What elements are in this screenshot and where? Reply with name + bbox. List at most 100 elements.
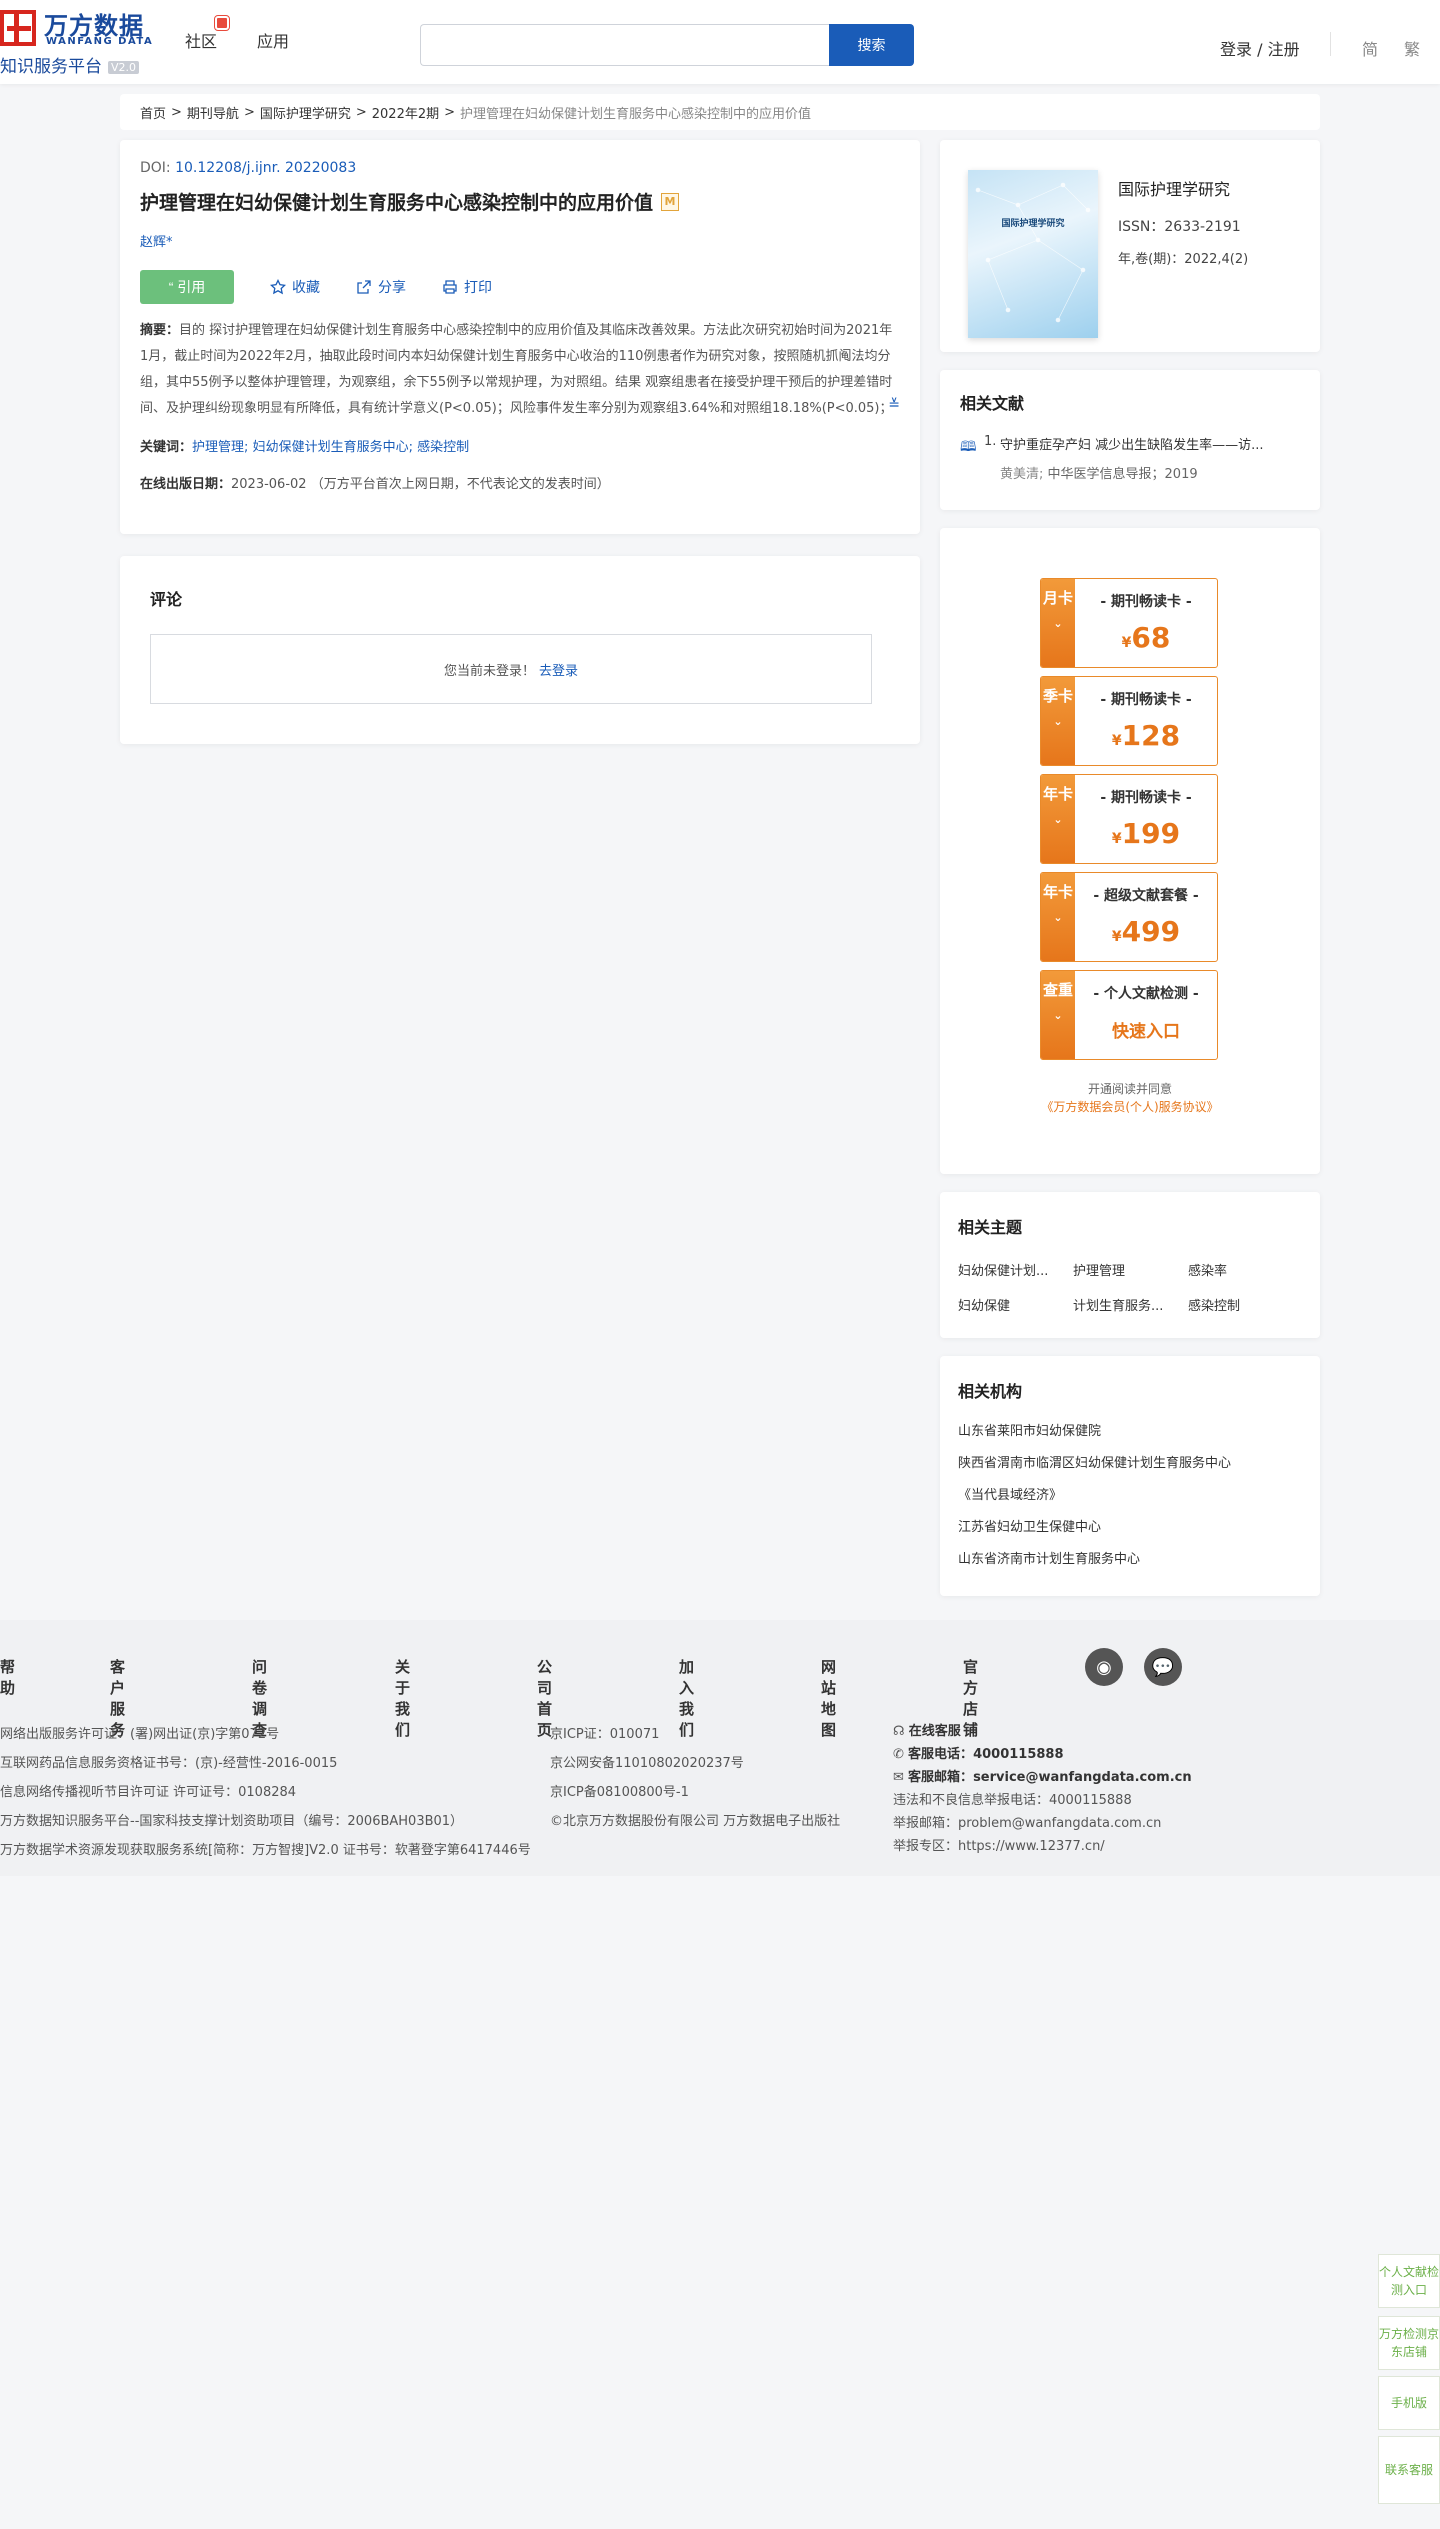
related-topics-title: 相关主题 bbox=[958, 1218, 1023, 1237]
phone-icon: ✆ bbox=[893, 1747, 904, 1762]
footer-link-help[interactable]: 帮助 bbox=[0, 1656, 15, 1698]
float-contact-service[interactable]: 联系客服 bbox=[1378, 2436, 1440, 2504]
org-link[interactable]: 山东省济南市计划生育服务中心 bbox=[958, 1552, 1302, 1584]
favorite-button[interactable]: 收藏 bbox=[270, 277, 320, 297]
quote-icon: “ bbox=[168, 279, 178, 295]
doi-link[interactable]: 10.12208/j.ijnr. 20220083 bbox=[175, 160, 356, 176]
report-site[interactable]: 举报专区：https://www.12377.cn/ bbox=[893, 1835, 1192, 1858]
journal-name[interactable]: 国际护理学研究 bbox=[1118, 176, 1230, 200]
float-jd-store[interactable]: 万方检测京东店铺 bbox=[1378, 2316, 1440, 2370]
keyword-link[interactable]: 护理管理 bbox=[192, 440, 244, 455]
chevron-down-icon: ⌄ bbox=[1053, 813, 1063, 826]
new-badge-icon bbox=[214, 15, 231, 31]
related-orgs-title: 相关机构 bbox=[958, 1382, 1023, 1401]
cite-button[interactable]: “ 引用 bbox=[140, 270, 234, 304]
card-price: ¥199 bbox=[1075, 817, 1217, 850]
quick-entry-link: 快速入口 bbox=[1112, 1022, 1180, 1042]
wanfang-logo[interactable]: 万方数据 WANFANG DATA 知识服务平台 V2.0 bbox=[0, 6, 160, 77]
headset-icon: ☊ bbox=[893, 1724, 905, 1739]
card-quarterly[interactable]: 季卡 ⌄ - 期刊畅读卡 - ¥128 bbox=[1040, 676, 1218, 766]
search-input[interactable] bbox=[420, 24, 829, 66]
email-label: 客服邮箱： bbox=[908, 1770, 974, 1785]
topic-link[interactable]: 护理管理 bbox=[1073, 1260, 1188, 1279]
report-phone: 违法和不良信息举报电话：4000115888 bbox=[893, 1793, 1132, 1808]
search-button[interactable]: 搜索 bbox=[829, 24, 914, 66]
journal-volume: 年,卷(期)：2022,4(2) bbox=[1118, 252, 1249, 267]
keyword-link[interactable]: 妇幼保健计划生育服务中心 bbox=[253, 440, 409, 455]
share-button[interactable]: 分享 bbox=[356, 277, 406, 297]
print-label: 打印 bbox=[464, 280, 492, 296]
org-link[interactable]: 江苏省妇幼卫生保健中心 bbox=[958, 1520, 1302, 1552]
topic-grid: 妇幼保健计划... 护理管理 感染率 妇幼保健 计划生育服务... 感染控制 bbox=[958, 1260, 1302, 1314]
comment-card: 评论 您当前未登录！ 去登录 bbox=[120, 556, 920, 744]
logo-sub-text: 知识服务平台 bbox=[0, 57, 102, 77]
license-text: 互联网药品信息服务资格证书号：(京)-经营性-2016-0015 bbox=[0, 1756, 338, 1771]
breadcrumb-issue[interactable]: 2022年2期 bbox=[372, 103, 439, 122]
breadcrumb-journal-nav[interactable]: 期刊导航 bbox=[187, 103, 239, 122]
login-register-link[interactable]: 登录 / 注册 bbox=[1220, 36, 1300, 60]
breadcrumb-home[interactable]: 首页 bbox=[140, 103, 166, 122]
agreement-link[interactable]: 《万方数据会员(个人)服务协议》 bbox=[940, 1098, 1320, 1115]
keyword-link[interactable]: 感染控制 bbox=[417, 440, 469, 455]
membership-card-panel: 月卡 ⌄ - 期刊畅读卡 - ¥68 季卡 ⌄ - 期刊畅读卡 - ¥128 年卡 ⌄… bbox=[940, 528, 1320, 1174]
author-link[interactable]: 赵辉* bbox=[140, 231, 900, 250]
online-service-link[interactable]: ☊ 在线客服 bbox=[893, 1720, 1192, 1743]
weibo-icon[interactable]: ◉ bbox=[1085, 1648, 1123, 1686]
expand-chevron-icon[interactable]: ≚ bbox=[888, 392, 900, 418]
topic-link[interactable]: 计划生育服务... bbox=[1073, 1295, 1188, 1314]
go-login-link[interactable]: 去登录 bbox=[539, 660, 578, 679]
license-text: 信息网络传播视听节目许可证 许可证号：0108284 bbox=[0, 1785, 297, 1800]
footer-icp: 京ICP证：010071 京公网安备11010802020237号 京ICP备0… bbox=[550, 1720, 840, 1836]
card-side-label: 年卡 bbox=[1042, 883, 1073, 901]
org-link[interactable]: 陕西省渭南市临渭区妇幼保健计划生育服务中心 bbox=[958, 1456, 1302, 1488]
card-price: ¥128 bbox=[1075, 719, 1217, 752]
logo-en: WANFANG DATA bbox=[46, 36, 154, 47]
pub-date: 在线出版日期：2023-06-02 （万方平台首次上网日期，不代表论文的发表时间… bbox=[140, 473, 900, 492]
breadcrumb-journal[interactable]: 国际护理学研究 bbox=[260, 103, 351, 122]
nav-community[interactable]: 社区 bbox=[185, 15, 231, 52]
float-mobile[interactable]: 手机版 bbox=[1378, 2376, 1440, 2430]
card-super-package[interactable]: 年卡 ⌄ - 超级文献套餐 - ¥499 bbox=[1040, 872, 1218, 962]
card-side: 查重 ⌄ bbox=[1041, 971, 1075, 1059]
card-plagiarism-check[interactable]: 查重 ⌄ - 个人文献检测 - 快速入口 bbox=[1040, 970, 1218, 1060]
price-value: 499 bbox=[1121, 915, 1181, 948]
breadcrumb-current: 护理管理在妇幼保健计划生育服务中心感染控制中的应用价值 bbox=[460, 106, 812, 122]
lang-traditional[interactable]: 繁 bbox=[1404, 36, 1420, 60]
price-value: 199 bbox=[1121, 817, 1181, 850]
nav-community-label: 社区 bbox=[185, 32, 218, 51]
card-yearly[interactable]: 年卡 ⌄ - 期刊畅读卡 - ¥199 bbox=[1040, 774, 1218, 864]
journal-cover[interactable]: 国际护理学研究 bbox=[968, 170, 1098, 338]
email-value[interactable]: service@wanfangdata.com.cn bbox=[973, 1770, 1192, 1785]
print-button[interactable]: 打印 bbox=[442, 277, 492, 297]
card-side: 季卡 ⌄ bbox=[1041, 677, 1075, 765]
book-icon: 🕮 bbox=[960, 439, 977, 455]
topic-link[interactable]: 妇幼保健 bbox=[958, 1295, 1073, 1314]
phone-value: 4000115888 bbox=[973, 1747, 1064, 1762]
share-label: 分享 bbox=[378, 280, 406, 296]
icp-text: 京公网安备11010802020237号 bbox=[550, 1756, 744, 1771]
rel-title-link[interactable]: 守护重症孕产妇 减少出生缺陷发生率——访... bbox=[1000, 434, 1290, 453]
lang-simplified[interactable]: 简 bbox=[1362, 36, 1378, 60]
topic-link[interactable]: 感染控制 bbox=[1188, 1295, 1303, 1314]
comment-box: 您当前未登录！ 去登录 bbox=[150, 634, 872, 704]
cover-network-pattern bbox=[975, 182, 1091, 323]
card-monthly[interactable]: 月卡 ⌄ - 期刊畅读卡 - ¥68 bbox=[1040, 578, 1218, 668]
chevron-down-icon: ⌄ bbox=[1053, 715, 1063, 728]
topic-link[interactable]: 妇幼保健计划... bbox=[958, 1260, 1073, 1279]
chevron-down-icon: ⌄ bbox=[1053, 911, 1063, 924]
wechat-icon[interactable]: 💬 bbox=[1144, 1648, 1182, 1686]
float-personal-check[interactable]: 个人文献检测入口 bbox=[1378, 2254, 1440, 2308]
org-list: 山东省莱阳市妇幼保健院 陕西省渭南市临渭区妇幼保健计划生育服务中心 《当代县域经… bbox=[958, 1424, 1302, 1584]
keywords: 关键词：护理管理; 妇幼保健计划生育服务中心; 感染控制 bbox=[140, 436, 900, 455]
phone-line: ✆ 客服电话：4000115888 bbox=[893, 1743, 1192, 1766]
related-orgs-card: 相关机构 山东省莱阳市妇幼保健院 陕西省渭南市临渭区妇幼保健计划生育服务中心 《… bbox=[940, 1356, 1320, 1596]
card-name: - 个人文献检测 - bbox=[1093, 986, 1199, 1002]
doi-label: DOI: bbox=[140, 160, 176, 176]
pubdate-label: 在线出版日期： bbox=[140, 477, 232, 492]
org-link[interactable]: 山东省莱阳市妇幼保健院 bbox=[958, 1424, 1302, 1456]
topic-link[interactable]: 感染率 bbox=[1188, 1260, 1303, 1279]
org-link[interactable]: 《当代县域经济》 bbox=[958, 1488, 1302, 1520]
nav-apps[interactable]: 应用 bbox=[257, 28, 289, 52]
logo-sub: 知识服务平台 V2.0 bbox=[0, 52, 140, 77]
card-name: - 期刊畅读卡 - bbox=[1100, 594, 1192, 610]
